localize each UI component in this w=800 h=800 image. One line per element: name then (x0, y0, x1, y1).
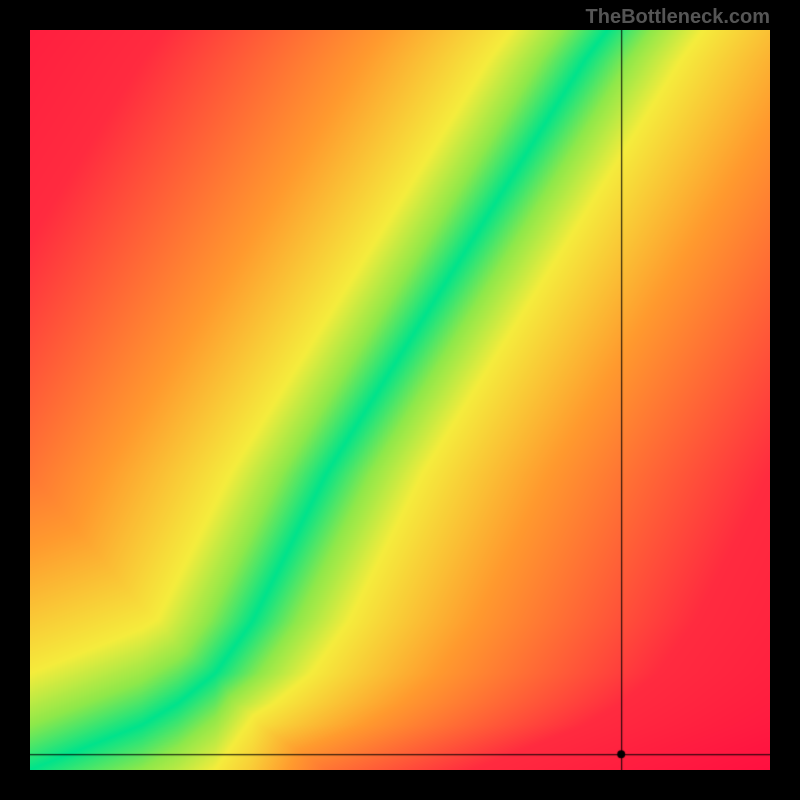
bottleneck-heatmap (30, 30, 770, 770)
chart-container: TheBottleneck.com (0, 0, 800, 800)
watermark-text: TheBottleneck.com (586, 6, 770, 29)
